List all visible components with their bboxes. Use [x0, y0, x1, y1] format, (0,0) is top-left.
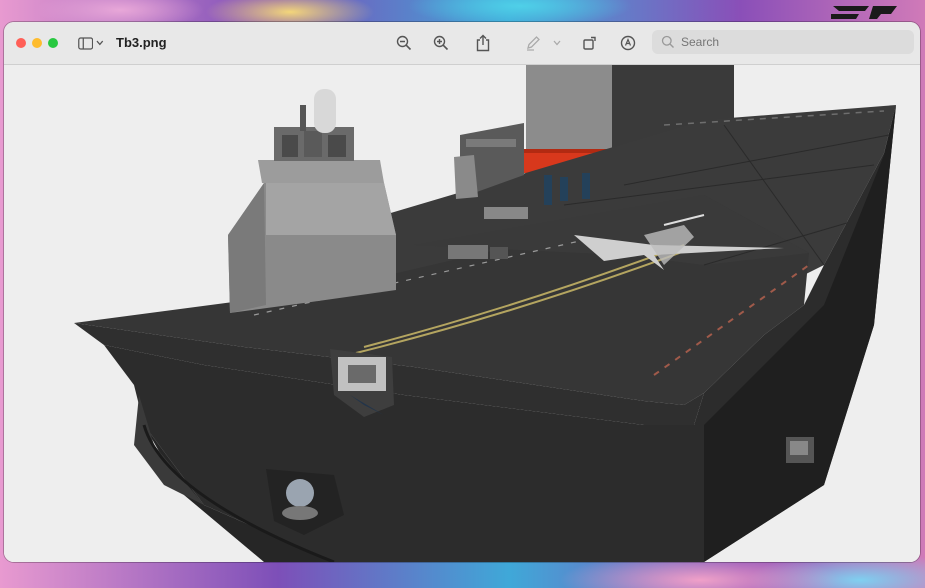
share-icon — [476, 34, 490, 52]
preview-window: Tb3.png — [4, 22, 920, 562]
image-viewer[interactable] — [4, 65, 920, 562]
annotate-icon — [620, 35, 636, 51]
search-icon — [661, 35, 674, 48]
close-button[interactable] — [16, 38, 26, 48]
brand-logo-icon — [831, 6, 897, 19]
ship-render-image — [4, 65, 920, 562]
rotate-button[interactable] — [579, 32, 601, 54]
share-button[interactable] — [472, 32, 494, 54]
rotate-icon — [583, 36, 596, 50]
title-bar[interactable]: Tb3.png — [4, 22, 920, 65]
zoom-in-icon — [433, 35, 449, 51]
annotate-button[interactable] — [617, 32, 639, 54]
chevron-down-icon — [553, 40, 561, 46]
sidebar-toggle-button[interactable] — [78, 35, 104, 51]
zoom-out-button[interactable] — [393, 32, 415, 54]
maximize-button[interactable] — [48, 38, 58, 48]
markup-pen-icon — [527, 36, 540, 51]
window-title: Tb3.png — [116, 35, 167, 50]
markup-menu-button[interactable] — [550, 32, 564, 54]
zoom-out-icon — [396, 35, 412, 51]
chevron-down-icon — [96, 40, 104, 46]
zoom-in-button[interactable] — [430, 32, 452, 54]
markup-button[interactable] — [522, 32, 544, 54]
sidebar-icon — [78, 36, 94, 50]
minimize-button[interactable] — [32, 38, 42, 48]
search-input[interactable] — [679, 34, 883, 50]
search-field[interactable] — [652, 30, 914, 54]
